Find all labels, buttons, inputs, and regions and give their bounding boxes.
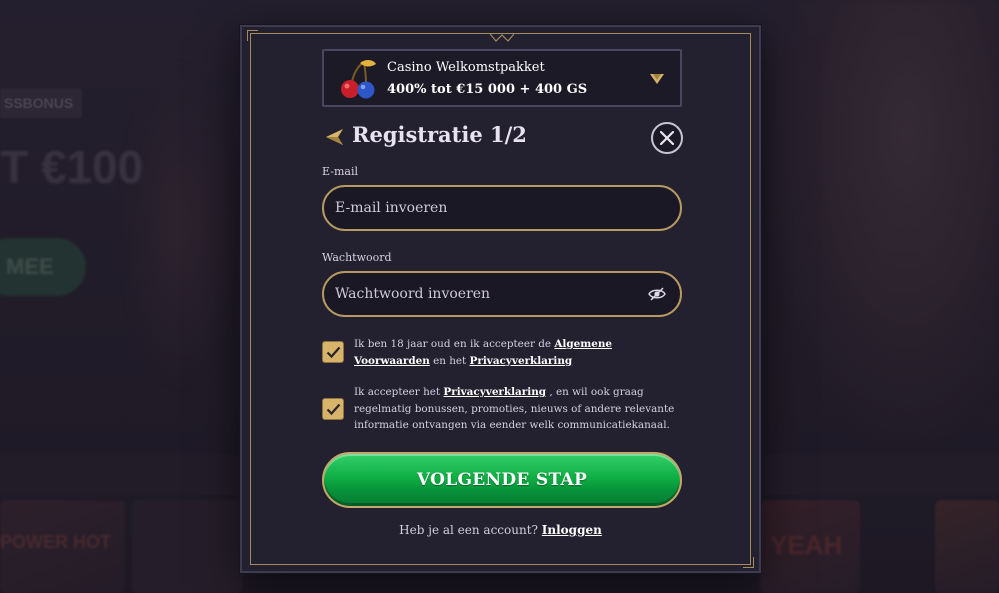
close-icon xyxy=(660,131,674,145)
promo-subtitle: 400% tot €15 000 + 400 GS xyxy=(387,82,588,97)
promo-title: Casino Welkomstpakket xyxy=(387,60,545,75)
privacy-link[interactable]: Privacyverklaring xyxy=(443,386,546,398)
terms-consent-text: Ik ben 18 jaar oud en ik accepteer de Al… xyxy=(354,338,613,367)
password-label: Wachtwoord xyxy=(322,251,392,264)
registration-modal: Casino Welkomstpakket 400% tot €15 000 +… xyxy=(240,25,761,573)
privacy-link[interactable]: Privacyverklaring xyxy=(470,355,573,367)
arrow-left-icon[interactable] xyxy=(326,129,344,145)
checkmark-icon xyxy=(326,403,341,416)
password-field[interactable] xyxy=(335,273,635,315)
password-field-wrapper xyxy=(322,271,682,317)
next-step-label: VOLGENDE STAP xyxy=(416,470,588,490)
next-step-button[interactable]: VOLGENDE STAP xyxy=(322,452,682,508)
close-button[interactable] xyxy=(651,122,683,154)
login-prompt: Heb je al een account? Inloggen xyxy=(399,523,602,537)
email-field-wrapper xyxy=(322,185,682,231)
email-label: E-mail xyxy=(322,165,358,178)
marketing-consent-text: Ik accepteer het Privacyverklaring , en … xyxy=(354,386,675,431)
login-link[interactable]: Inloggen xyxy=(542,523,602,537)
email-field[interactable] xyxy=(335,187,635,229)
terms-checkbox[interactable] xyxy=(322,341,344,363)
marketing-checkbox[interactable] xyxy=(322,398,344,420)
page-title: Registratie 1/2 xyxy=(352,122,527,147)
frame-ornament-icon xyxy=(490,33,514,42)
welcome-package-dropdown[interactable]: Casino Welkomstpakket 400% tot €15 000 +… xyxy=(322,49,682,107)
chevron-down-icon xyxy=(650,74,664,84)
checkmark-icon xyxy=(326,346,341,359)
eye-slash-icon[interactable] xyxy=(648,287,666,301)
cherries-icon xyxy=(341,60,376,99)
